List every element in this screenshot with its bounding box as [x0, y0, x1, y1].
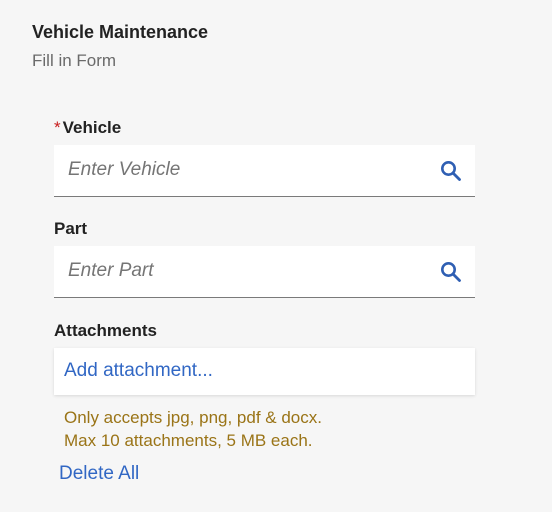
part-input[interactable]	[54, 246, 438, 296]
attachment-dropzone[interactable]: Add attachment...	[54, 348, 475, 395]
vehicle-input[interactable]	[54, 145, 438, 195]
form-subtitle: Fill in Form	[32, 51, 117, 70]
part-field	[54, 246, 475, 298]
form-title: Vehicle Maintenance	[32, 22, 209, 42]
search-icon[interactable]	[439, 260, 463, 284]
vehicle-field	[54, 145, 475, 197]
attachments-label: Attachments	[54, 321, 157, 340]
required-marker: *	[54, 118, 61, 137]
vehicle-label-text: Vehicle	[62, 118, 122, 137]
vehicle-label: * Vehicle	[54, 118, 121, 138]
attachment-types-hint: Only accepts jpg, png, pdf & docx.	[64, 408, 322, 427]
attachment-limits-hint: Max 10 attachments, 5 MB each.	[64, 431, 313, 450]
search-icon[interactable]	[439, 159, 463, 183]
delete-all-link[interactable]: Delete All	[59, 463, 139, 485]
add-attachment-link[interactable]: Add attachment...	[64, 360, 213, 382]
part-label: Part	[54, 219, 88, 238]
